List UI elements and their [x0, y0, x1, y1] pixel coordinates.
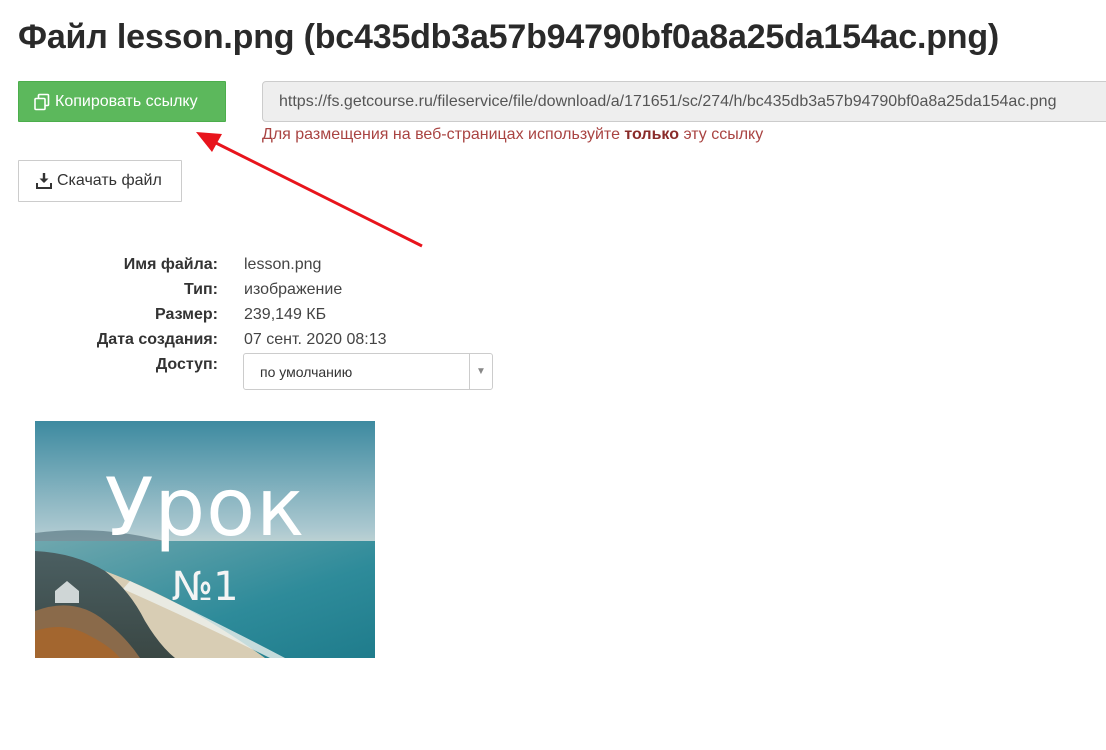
- access-label: Доступ:: [155, 356, 218, 373]
- copy-link-label: Копировать ссылку: [55, 92, 198, 110]
- download-file-label: Скачать файл: [57, 172, 162, 189]
- access-select[interactable]: по умолчанию ▼: [243, 353, 493, 390]
- url-hint-after: эту ссылку: [679, 126, 764, 143]
- created-date-value: 07 сент. 2020 08:13: [244, 331, 387, 348]
- url-hint-bold: только: [624, 126, 679, 143]
- file-name-value: lesson.png: [244, 256, 322, 273]
- page-title: Файл lesson.png (bc435db3a57b94790bf0a8a…: [18, 18, 1000, 56]
- copy-icon: [33, 93, 51, 111]
- preview-number: №1: [171, 564, 239, 610]
- preview-title: Урок: [104, 461, 306, 554]
- download-icon: [35, 172, 53, 190]
- file-size-value: 239,149 КБ: [244, 306, 327, 323]
- url-hint: Для размещения на веб-страницах использу…: [262, 126, 763, 144]
- url-hint-before: Для размещения на веб-страницах использу…: [262, 126, 625, 143]
- file-name-label: Имя файла:: [123, 256, 218, 273]
- image-preview: Урок №1: [35, 421, 375, 658]
- created-date-label: Дата создания:: [96, 331, 218, 348]
- file-type-label: Тип:: [184, 281, 218, 298]
- file-type-value: изображение: [244, 281, 343, 298]
- download-file-button[interactable]: Скачать файл: [18, 160, 182, 202]
- access-select-value: по умолчанию: [260, 364, 353, 380]
- file-url-field[interactable]: https://fs.getcourse.ru/fileservice/file…: [262, 81, 1106, 122]
- file-size-label: Размер:: [155, 306, 218, 323]
- chevron-down-icon[interactable]: ▼: [469, 354, 492, 389]
- copy-link-button[interactable]: Копировать ссылку: [18, 81, 226, 122]
